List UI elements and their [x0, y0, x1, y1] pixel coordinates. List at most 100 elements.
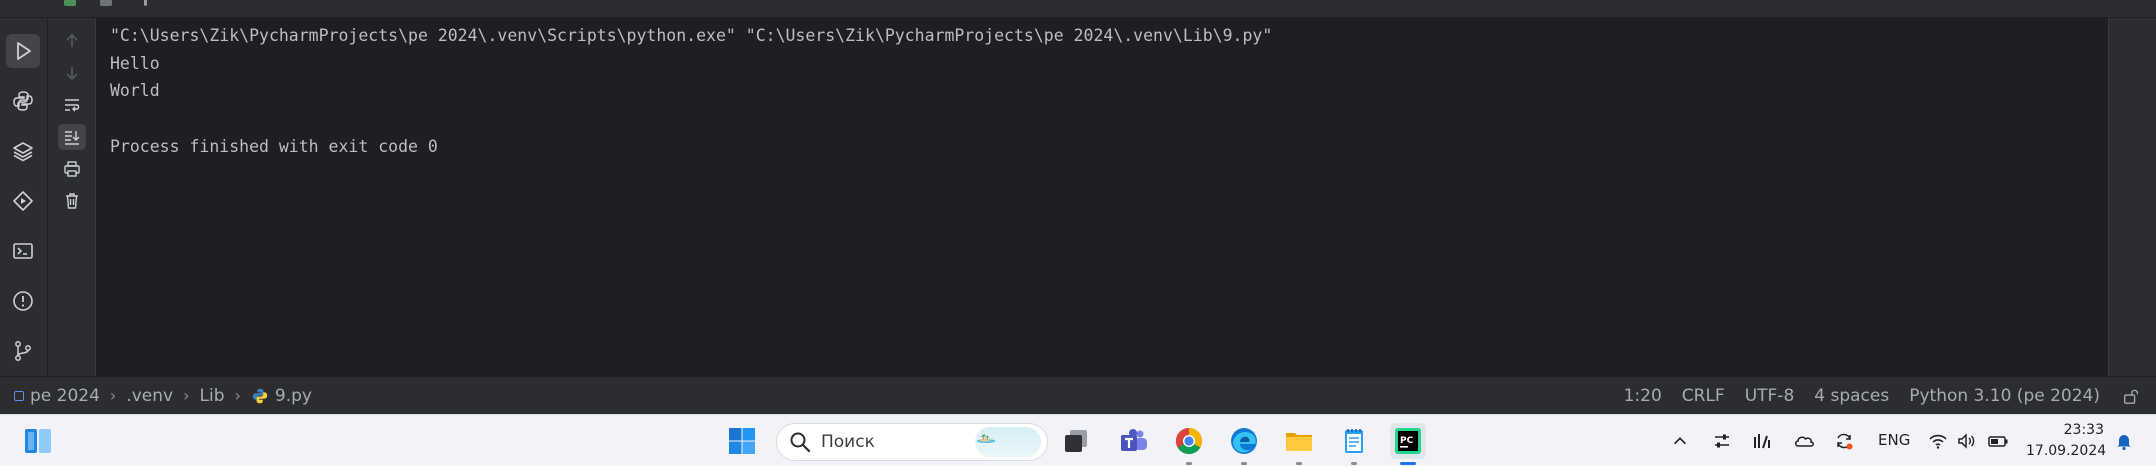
- problems-button[interactable]: [6, 284, 40, 318]
- chrome-icon: [1175, 427, 1203, 455]
- unlock-icon[interactable]: [2122, 387, 2140, 405]
- teams-button[interactable]: [1116, 423, 1152, 459]
- island-illustration-icon: [976, 434, 996, 443]
- problems-icon: [13, 291, 33, 311]
- battery-icon: [1988, 436, 2008, 447]
- pycharm-button[interactable]: PC: [1390, 423, 1426, 465]
- breadcrumb-item-venv[interactable]: .venv: [126, 386, 173, 406]
- run-icon: [17, 42, 31, 60]
- teams-icon: [1121, 429, 1147, 451]
- run-console-output[interactable]: "C:\Users\Zik\PycharmProjects\pe 2024\.v…: [96, 18, 2108, 376]
- chevron-right-icon: ›: [109, 386, 117, 405]
- terminal-button[interactable]: [6, 234, 40, 268]
- speaker-icon: [1958, 433, 1975, 449]
- soft-wrap-icon: [65, 99, 80, 112]
- wifi-button[interactable]: [1926, 415, 1950, 466]
- console-line: Hello: [110, 53, 160, 73]
- git-button[interactable]: [6, 334, 40, 368]
- indent-setting[interactable]: 4 spaces: [1814, 386, 1889, 406]
- sync-button[interactable]: [1832, 415, 1856, 466]
- up-arrow-icon: [66, 33, 78, 47]
- editor-toolbar-strip: [0, 0, 2156, 18]
- onedrive-button[interactable]: [1792, 415, 1816, 466]
- python-console-icon: [13, 91, 33, 111]
- breadcrumb: pe 2024 › .venv › Lib › 9.py: [0, 386, 312, 406]
- notepad-icon: [1345, 429, 1363, 453]
- print-button[interactable]: [58, 156, 86, 182]
- search-icon: [790, 432, 811, 453]
- battery-button[interactable]: [1986, 415, 2010, 466]
- console-line: Process finished with exit code 0: [110, 136, 438, 156]
- chevron-right-icon: ›: [234, 386, 241, 405]
- clear-all-button[interactable]: [58, 188, 86, 214]
- breadcrumb-item-file[interactable]: 9.py: [275, 386, 312, 406]
- volume-button[interactable]: [1954, 415, 1978, 466]
- cloud-icon: [1795, 436, 1814, 447]
- layers-button[interactable]: [6, 134, 40, 168]
- bars-chart-icon: [1754, 434, 1770, 449]
- task-view-button[interactable]: [1058, 423, 1094, 459]
- clock-time: 23:33: [2063, 422, 2104, 438]
- status-bar: pe 2024 › .venv › Lib › 9.py 1:20 CRLF U…: [0, 376, 2156, 414]
- soft-wrap-button[interactable]: [58, 92, 86, 118]
- sync-icon: [1837, 433, 1853, 450]
- pycharm-icon: PC: [1395, 428, 1421, 454]
- services-button[interactable]: [6, 184, 40, 218]
- project-icon: [14, 390, 24, 401]
- tool-window-bar: [0, 18, 48, 376]
- stop-icon[interactable]: [100, 0, 112, 6]
- print-icon: [64, 161, 80, 177]
- line-separator[interactable]: CRLF: [1682, 386, 1725, 406]
- search-placeholder: Поиск: [821, 432, 875, 452]
- running-indicator: [1351, 462, 1357, 465]
- wifi-icon: [1929, 434, 1947, 449]
- search-highlight-image: [975, 427, 1041, 457]
- git-icon: [15, 341, 31, 361]
- taskbar-search-box[interactable]: Поиск: [776, 423, 1048, 461]
- running-indicator: [1186, 462, 1192, 465]
- bell-icon: [2117, 435, 2131, 451]
- terminal-icon: [13, 243, 33, 259]
- clock-date: 17.09.2024: [2026, 443, 2107, 459]
- trash-icon: [66, 193, 78, 209]
- python-console-button[interactable]: [6, 84, 40, 118]
- edge-icon: [1231, 428, 1257, 454]
- file-explorer-button[interactable]: [1281, 423, 1317, 465]
- notepad-button[interactable]: [1336, 423, 1372, 465]
- run-tool-button[interactable]: [6, 34, 40, 68]
- clock[interactable]: 23:33 17.09.2024: [2026, 420, 2107, 462]
- layers-icon: [13, 142, 33, 162]
- chrome-button[interactable]: [1171, 423, 1207, 465]
- scroll-to-end-icon: [65, 131, 80, 145]
- svg-text:PC: PC: [1400, 436, 1414, 446]
- show-hidden-icons-button[interactable]: [1668, 415, 1692, 466]
- run-console-toolbar: [48, 18, 96, 376]
- python-file-icon: [252, 388, 268, 403]
- services-icon: [13, 191, 33, 211]
- next-occurrence-button[interactable]: [58, 60, 86, 86]
- folder-icon: [1286, 433, 1312, 451]
- more-icon[interactable]: [144, 0, 147, 6]
- input-language[interactable]: ENG: [1878, 431, 1910, 449]
- notifications-button[interactable]: [2112, 415, 2136, 466]
- file-encoding[interactable]: UTF-8: [1745, 386, 1795, 406]
- right-tool-strip: [2108, 18, 2156, 376]
- previous-occurrence-button[interactable]: [58, 28, 86, 54]
- caret-position[interactable]: 1:20: [1624, 386, 1662, 406]
- start-button[interactable]: [724, 423, 760, 459]
- widgets-icon: [25, 429, 51, 453]
- breadcrumb-item-lib[interactable]: Lib: [200, 386, 225, 406]
- run-indicator-icon: [64, 0, 76, 6]
- breadcrumb-item-project[interactable]: pe 2024: [30, 386, 100, 406]
- chevron-up-icon: [1674, 437, 1686, 445]
- tray-settings-button[interactable]: [1710, 415, 1734, 466]
- python-interpreter[interactable]: Python 3.10 (pe 2024): [1909, 386, 2100, 406]
- console-line: World: [110, 81, 160, 101]
- running-indicator: [1296, 462, 1302, 465]
- widgets-button[interactable]: [20, 423, 56, 459]
- scroll-to-end-button[interactable]: [58, 124, 86, 150]
- edge-button[interactable]: [1226, 423, 1262, 465]
- tray-app-button[interactable]: [1750, 415, 1774, 466]
- running-indicator: [1400, 462, 1416, 465]
